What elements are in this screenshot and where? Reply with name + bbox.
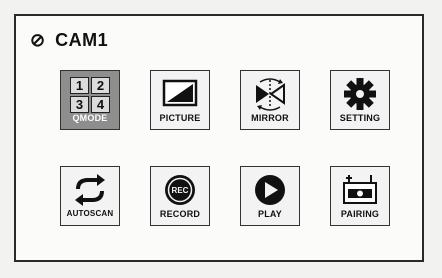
header: ⊘ CAM1 bbox=[30, 30, 108, 51]
grid-cell-2: 2 bbox=[91, 77, 110, 94]
record-label: RECORD bbox=[159, 209, 201, 219]
setting-label: SETTING bbox=[339, 113, 381, 123]
play-label: PLAY bbox=[258, 209, 282, 219]
picture-icon bbox=[162, 79, 198, 107]
setting-button[interactable]: SETTING bbox=[330, 70, 390, 130]
play-button[interactable]: PLAY bbox=[240, 166, 300, 226]
autoscan-button[interactable]: AUTOSCAN bbox=[60, 166, 120, 226]
mirror-label: MIRROR bbox=[251, 113, 289, 123]
picture-button[interactable]: PICTURE bbox=[150, 70, 210, 130]
pairing-button[interactable]: PAIRING bbox=[330, 166, 390, 226]
grid-cell-4: 4 bbox=[91, 96, 110, 113]
autoscan-icon bbox=[75, 174, 105, 206]
rec-text: REC bbox=[172, 186, 189, 195]
mirror-icon bbox=[256, 78, 285, 111]
mirror-button[interactable]: MIRROR bbox=[240, 70, 300, 130]
record-icon: REC bbox=[165, 175, 195, 205]
signal-off-icon: ⊘ bbox=[30, 30, 46, 50]
record-button[interactable]: REC RECORD bbox=[150, 166, 210, 226]
play-icon bbox=[255, 175, 285, 205]
qmode-button[interactable]: 1 2 3 4 QMODE bbox=[60, 70, 120, 130]
quad-grid-icon: 1 2 3 4 bbox=[70, 77, 110, 113]
autoscan-label: AUTOSCAN bbox=[66, 209, 114, 218]
pairing-label: PAIRING bbox=[340, 209, 380, 219]
qmode-label: QMODE bbox=[72, 113, 108, 123]
grid-cell-1: 1 bbox=[70, 77, 89, 94]
picture-label: PICTURE bbox=[159, 113, 201, 123]
camera-title: CAM1 bbox=[55, 30, 109, 50]
gear-icon bbox=[344, 78, 376, 110]
grid-cell-3: 3 bbox=[70, 96, 89, 113]
pairing-icon bbox=[343, 175, 377, 204]
